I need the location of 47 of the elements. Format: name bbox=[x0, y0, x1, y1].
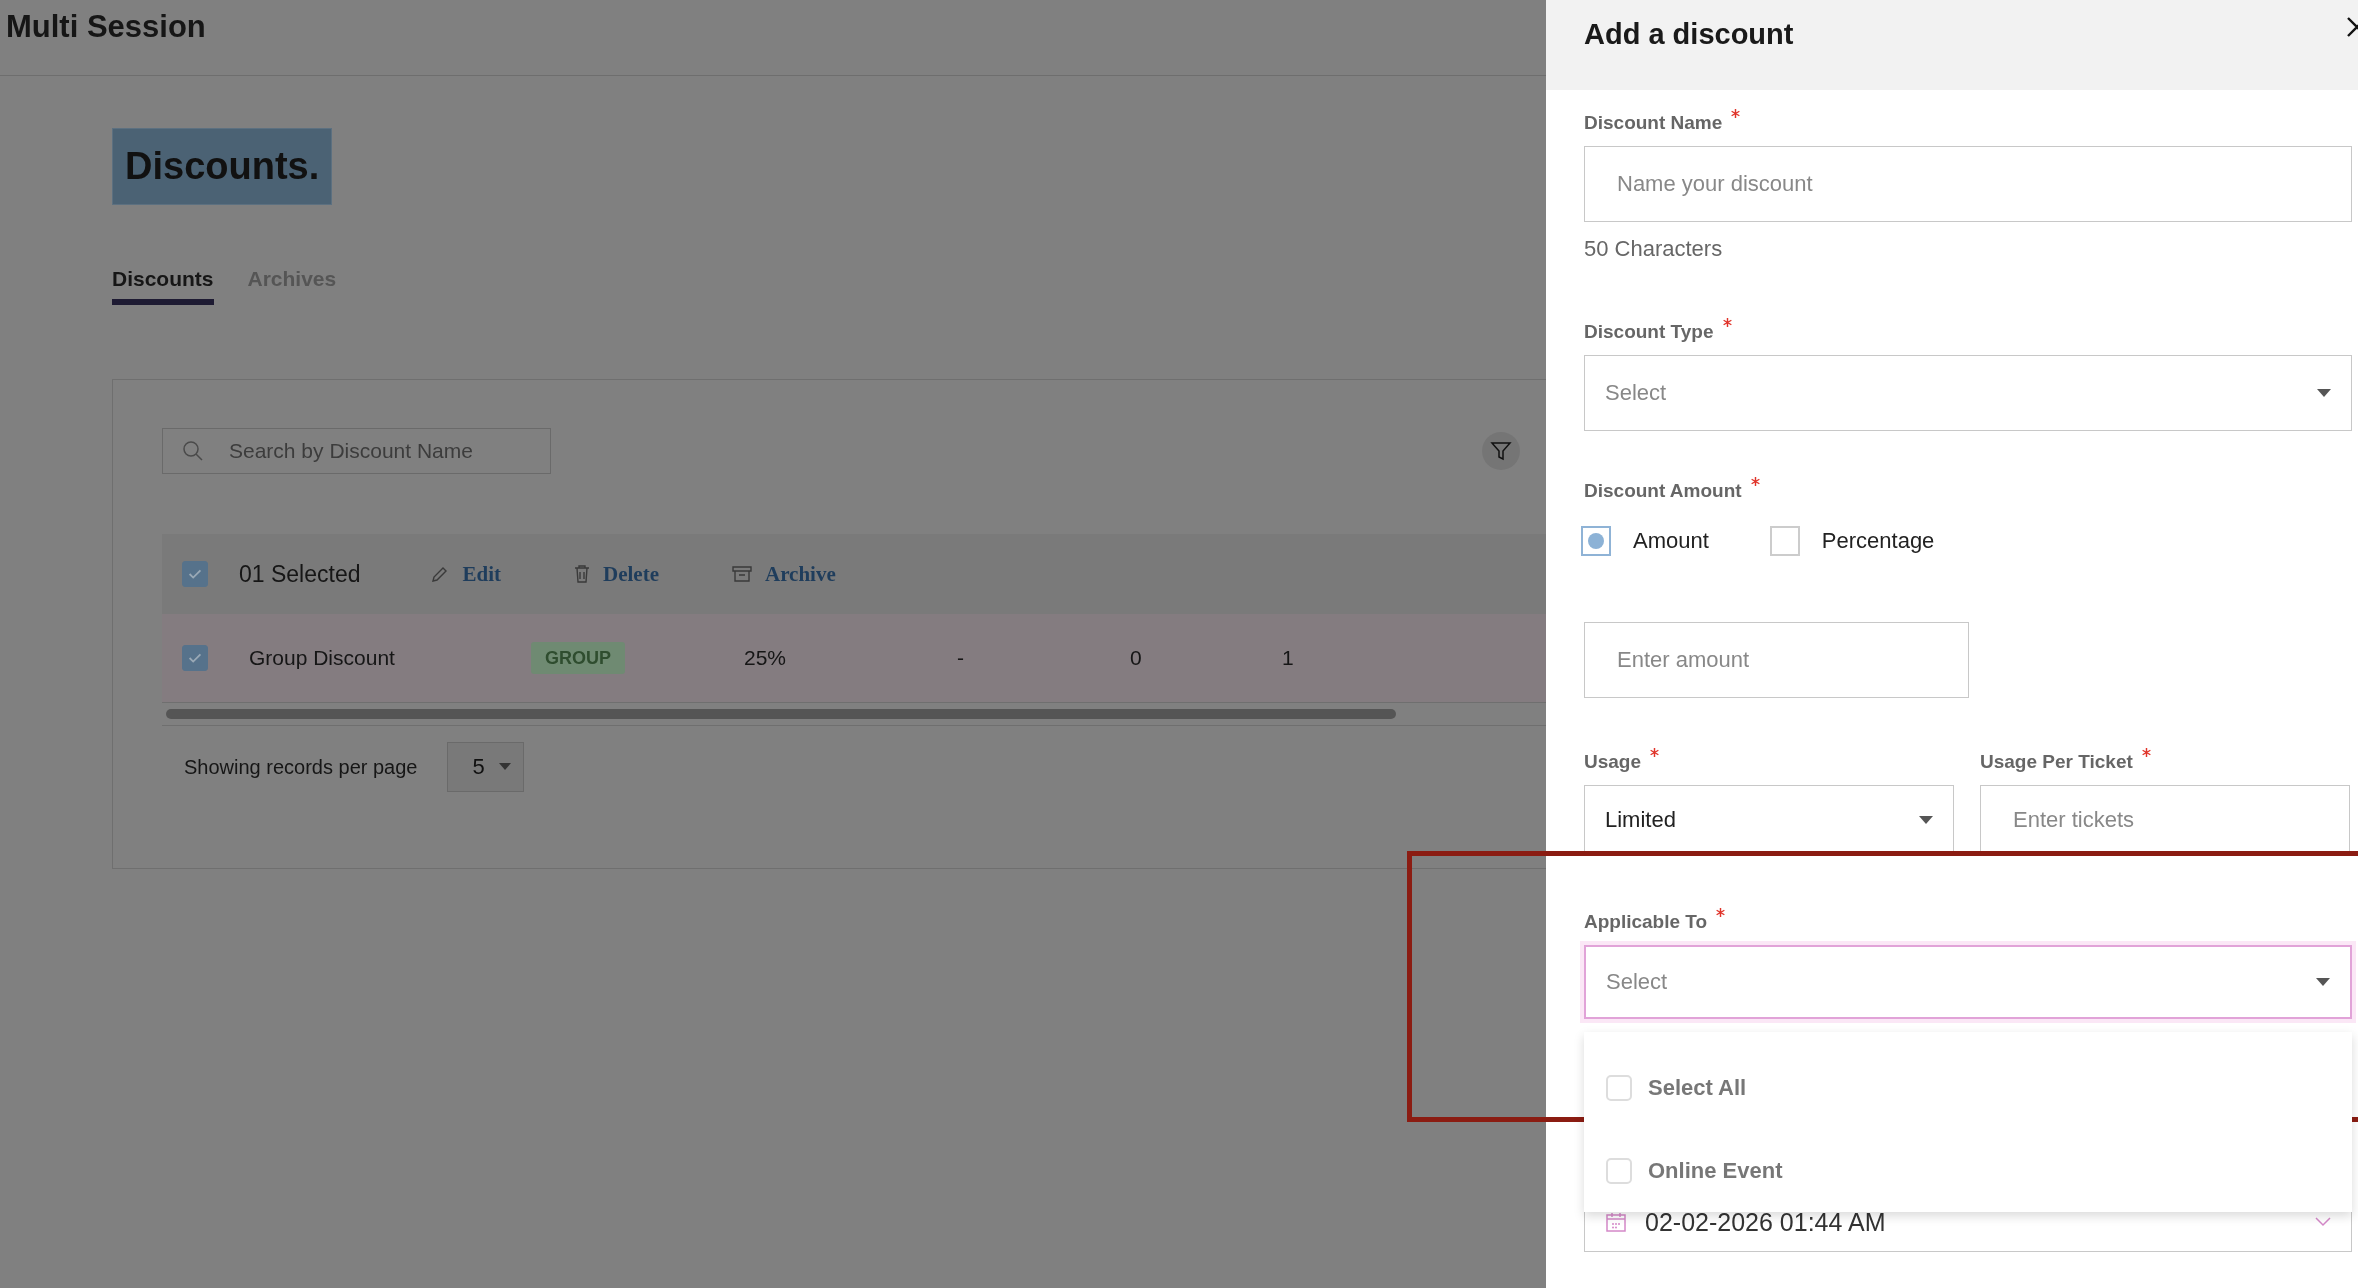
trash-icon bbox=[573, 564, 591, 584]
table-cell: - bbox=[957, 646, 964, 669]
panel-title: Add a discount bbox=[1584, 17, 1794, 51]
radio-button[interactable] bbox=[1581, 526, 1611, 556]
table-cell: 1 bbox=[1282, 646, 1294, 669]
type-badge: GROUP bbox=[531, 641, 625, 674]
field-label: Applicable To bbox=[1584, 911, 1708, 933]
filter-icon bbox=[1490, 440, 1512, 462]
caret-icon bbox=[2317, 389, 2331, 397]
text-field[interactable]: Enter amount bbox=[1584, 622, 1969, 698]
page-heading: Discounts. bbox=[112, 128, 333, 205]
table-cell: 25% bbox=[744, 646, 787, 669]
caret-icon bbox=[2316, 978, 2330, 986]
tab[interactable]: Discounts bbox=[112, 267, 214, 305]
chevron-icon bbox=[2315, 1217, 2331, 1227]
filter-button[interactable] bbox=[1482, 432, 1520, 470]
calendar-icon bbox=[1605, 1211, 1627, 1233]
dropdown-option[interactable]: Select All bbox=[1584, 1046, 2352, 1129]
field-label: Usage Per Ticket bbox=[1980, 751, 2133, 773]
pagination-label: Showing records per page bbox=[184, 755, 418, 779]
field-label: Discount Amount bbox=[1584, 480, 1742, 502]
checkbox[interactable] bbox=[182, 645, 208, 671]
caret-icon bbox=[1919, 816, 1933, 824]
table-row[interactable]: Group Discount GROUP 25% - 0 1 bbox=[162, 614, 1546, 703]
radio-option[interactable]: Amount bbox=[1584, 526, 1709, 556]
search-icon bbox=[182, 440, 204, 462]
page-size-select[interactable]: 5 bbox=[447, 742, 524, 792]
caret-icon bbox=[498, 763, 511, 771]
search-field[interactable]: Search by Discount Name bbox=[162, 428, 551, 474]
radio-button[interactable] bbox=[1769, 526, 1800, 556]
select-field[interactable]: Select bbox=[1584, 355, 2352, 431]
radio-option[interactable]: Percentage bbox=[1772, 526, 1935, 556]
scrollbar-thumb[interactable] bbox=[166, 709, 1396, 719]
archive-icon bbox=[730, 565, 753, 583]
table-cell: 0 bbox=[1130, 646, 1142, 669]
field-label: Discount Type bbox=[1584, 321, 1714, 343]
edit-button[interactable]: Edit bbox=[430, 561, 501, 587]
field-label: Usage bbox=[1584, 751, 1642, 773]
selected-count: 01 Selected bbox=[239, 560, 361, 588]
delete-button[interactable]: Delete bbox=[573, 561, 659, 587]
app-title: Multi Session bbox=[6, 8, 206, 45]
archive-button[interactable]: Archive bbox=[730, 561, 836, 587]
character-limit-hint: 50 Characters bbox=[1584, 236, 1724, 262]
text-field[interactable]: Name your discount bbox=[1584, 146, 2352, 222]
checkbox[interactable] bbox=[182, 561, 208, 587]
table-cell: Group Discount bbox=[249, 646, 395, 669]
field-label: Discount Name bbox=[1584, 112, 1723, 134]
